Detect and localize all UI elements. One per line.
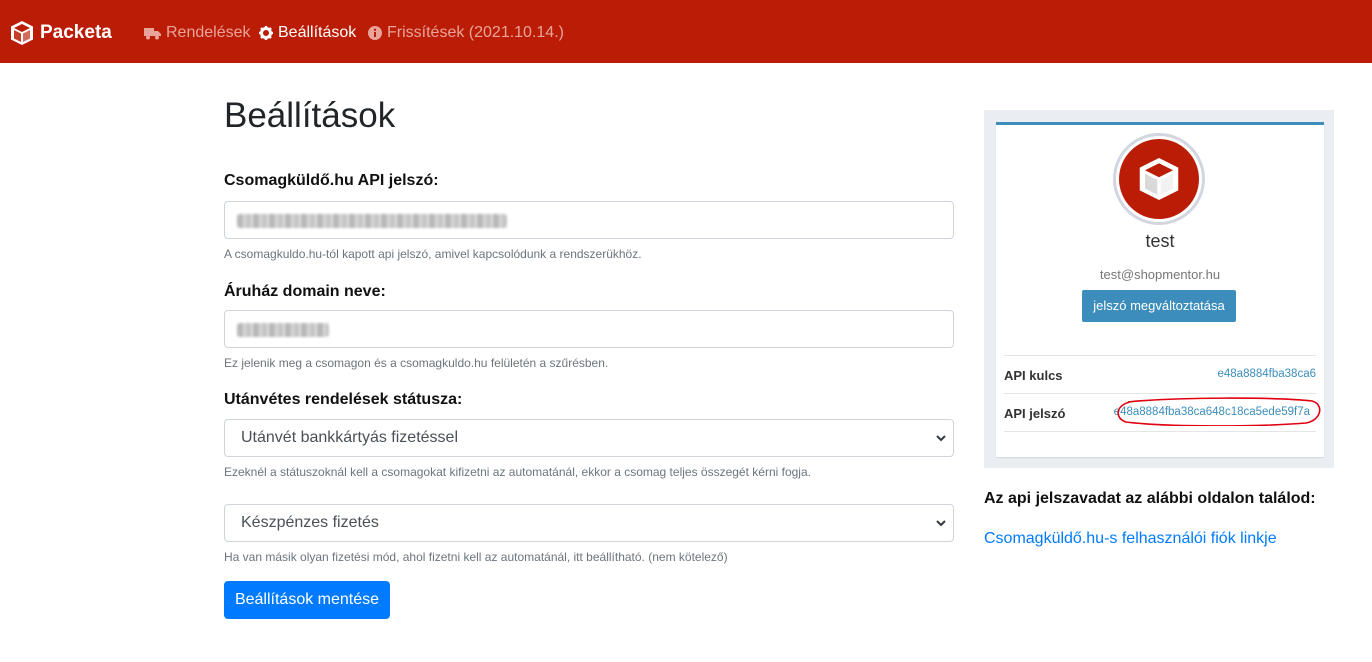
cod-status-label: Utánvétes rendelések státusza:: [224, 391, 463, 408]
change-password-button[interactable]: jelszó megváltoztatása: [1082, 290, 1236, 322]
brand[interactable]: Packeta: [10, 20, 112, 46]
redacted-value: [237, 323, 329, 337]
nav-settings[interactable]: Beállítások: [259, 24, 356, 42]
brand-name: Packeta: [40, 22, 112, 43]
divider: [1004, 431, 1316, 432]
cod-status-selected: Utánvét bankkártyás fizetéssel: [241, 429, 458, 446]
cod-status-help: Ezeknél a státuszoknál kell a csomagokat…: [224, 465, 811, 479]
domain-label: Áruház domain neve:: [224, 283, 386, 300]
packeta-logo-icon: [11, 21, 33, 45]
info-icon: [368, 26, 382, 40]
api-password-row-label: API jelszó: [1004, 406, 1066, 421]
chevron-down-icon: [936, 520, 946, 527]
other-payment-selected: Készpénzes fizetés: [241, 514, 379, 531]
api-password-input[interactable]: [224, 201, 954, 239]
avatar: [1113, 133, 1205, 225]
save-settings-button[interactable]: Beállítások mentése: [224, 581, 390, 619]
nav-orders[interactable]: Rendelések: [144, 24, 251, 42]
api-password-info-text: Az api jelszavadat az alábbi oldalon tal…: [984, 490, 1316, 507]
package-icon: [1139, 158, 1179, 200]
page-title: Beállítások: [224, 96, 396, 135]
nav-updates-label: Frissítések (2021.10.14.): [387, 24, 564, 41]
chevron-down-icon: [936, 435, 946, 442]
red-annotation-ellipse: [1117, 397, 1321, 426]
api-password-label: Csomagküldő.hu API jelszó:: [224, 172, 439, 189]
redacted-value: [237, 214, 507, 228]
gear-icon: [259, 26, 273, 40]
profile-email: test@shopmentor.hu: [1099, 267, 1221, 282]
cod-status-select[interactable]: Utánvét bankkártyás fizetéssel: [224, 419, 954, 457]
other-payment-select[interactable]: Készpénzes fizetés: [224, 504, 954, 542]
nav-orders-label: Rendelések: [166, 24, 251, 41]
api-key-row: API kulcs e48a8884fba38ca6: [1004, 355, 1316, 393]
nav-settings-label: Beállítások: [278, 24, 357, 41]
domain-help: Ez jelenik meg a csomagon és a csomagkul…: [224, 356, 609, 370]
api-key-label: API kulcs: [1004, 368, 1063, 383]
other-payment-help: Ha van másik olyan fizetési mód, ahol fi…: [224, 550, 728, 564]
domain-input[interactable]: [224, 310, 954, 348]
profile-username: test: [1145, 231, 1175, 251]
top-navbar: Packeta Rendelések Beállítások Frissítés…: [0, 0, 1372, 63]
account-link[interactable]: Csomagküldő.hu-s felhasználói fiók linkj…: [984, 530, 1277, 548]
api-key-value: e48a8884fba38ca6: [1217, 368, 1317, 380]
nav-updates[interactable]: Frissítések (2021.10.14.): [368, 24, 564, 42]
truck-icon: [144, 27, 161, 39]
api-password-help: A csomagkuldo.hu-tól kapott api jelszó, …: [224, 247, 642, 261]
